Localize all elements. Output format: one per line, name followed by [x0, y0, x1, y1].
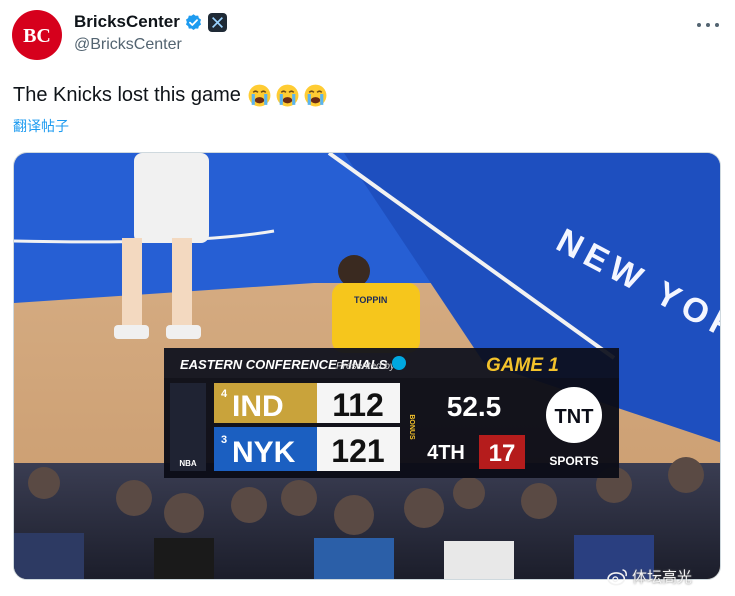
nyk-score: 121	[331, 433, 384, 469]
loudly-crying-face-icon	[304, 84, 327, 107]
handle[interactable]: @BricksCenter	[74, 36, 227, 54]
tweet-header: BC BricksCenter @BricksCenter	[12, 10, 723, 60]
emoji-group	[247, 83, 331, 108]
author-info: BricksCenter @BricksCenter	[74, 11, 227, 54]
ind-seed: 4	[221, 388, 228, 400]
att-logo-icon	[392, 356, 406, 370]
display-name[interactable]: BricksCenter	[74, 12, 180, 32]
weibo-watermark: 体坛高光	[607, 566, 692, 587]
scoreboard: EASTERN CONFERENCE FINALS Presented by G…	[164, 348, 619, 478]
weibo-icon	[607, 568, 627, 585]
tweet-media-image[interactable]: NEW YORK TOPPIN EASTERN CONFERENCE FINAL…	[13, 152, 721, 580]
shot-clock: 17	[489, 440, 516, 467]
quarter: 4TH	[427, 442, 465, 464]
game-clock: 52.5	[447, 391, 502, 422]
game-label: GAME 1	[486, 355, 559, 376]
ind-abbr: IND	[232, 390, 284, 423]
network-sub: SPORTS	[549, 454, 598, 468]
tweet-body: The Knicks lost this game	[13, 83, 331, 108]
tweet-text: The Knicks lost this game	[13, 84, 241, 106]
nyk-abbr: NYK	[232, 436, 296, 469]
more-options-icon[interactable]	[697, 14, 719, 36]
bricks-center-logo: BC	[23, 25, 51, 47]
svg-text:NBA: NBA	[179, 459, 197, 468]
loudly-crying-face-icon	[276, 84, 299, 107]
nyk-seed: 3	[221, 434, 227, 446]
svg-text:TNT: TNT	[555, 406, 594, 428]
presented-by-label: Presented by	[336, 361, 396, 372]
game-screenshot: NEW YORK TOPPIN EASTERN CONFERENCE FINAL…	[14, 153, 720, 579]
x-logo-icon	[207, 12, 227, 32]
translate-post-link[interactable]: 翻译帖子	[13, 116, 69, 136]
bonus-label: BONUS	[408, 414, 415, 440]
svg-text:TOPPIN: TOPPIN	[354, 295, 387, 305]
loudly-crying-face-icon	[248, 84, 271, 107]
svg-text:BC: BC	[23, 25, 51, 47]
avatar[interactable]: BC	[12, 10, 62, 60]
verified-badge-icon[interactable]	[184, 13, 203, 32]
ind-score: 112	[332, 387, 384, 423]
nba-logo-icon	[170, 383, 206, 471]
watermark-text: 体坛高光	[632, 569, 693, 586]
